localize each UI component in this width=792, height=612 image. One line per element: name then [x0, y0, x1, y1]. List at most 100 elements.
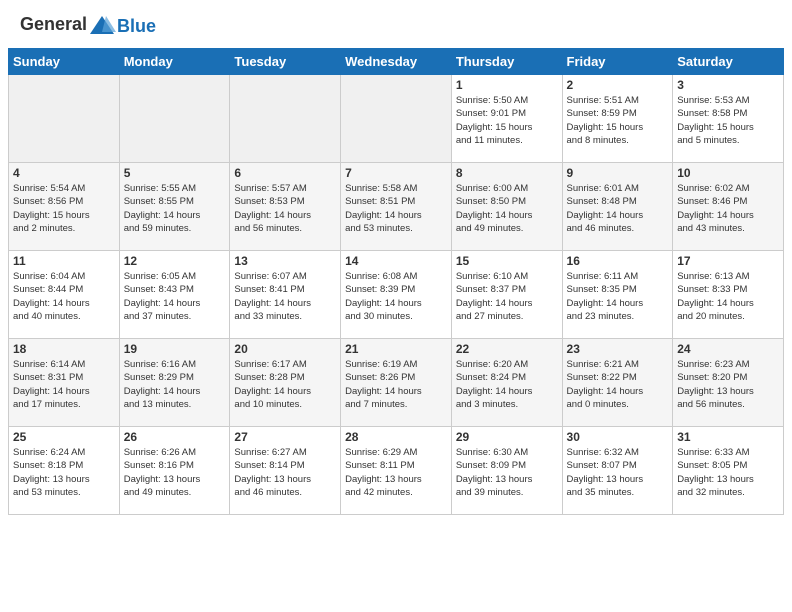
calendar-cell: 30 Sunrise: 6:32 AM Sunset: 8:07 PM Dayli…: [562, 427, 673, 515]
day-info: Sunrise: 6:26 AM Sunset: 8:16 PM Dayligh…: [124, 446, 226, 499]
day-info: Sunrise: 6:32 AM Sunset: 8:07 PM Dayligh…: [567, 446, 669, 499]
header-wednesday: Wednesday: [341, 49, 452, 75]
logo: General Blue: [20, 12, 156, 40]
calendar-cell: 20 Sunrise: 6:17 AM Sunset: 8:28 PM Dayli…: [230, 339, 341, 427]
day-info: Sunrise: 5:57 AM Sunset: 8:53 PM Dayligh…: [234, 182, 336, 235]
calendar-cell: 22 Sunrise: 6:20 AM Sunset: 8:24 PM Dayli…: [451, 339, 562, 427]
calendar-cell: [119, 75, 230, 163]
day-info: Sunrise: 6:17 AM Sunset: 8:28 PM Dayligh…: [234, 358, 336, 411]
header-monday: Monday: [119, 49, 230, 75]
header-friday: Friday: [562, 49, 673, 75]
calendar-cell: 13 Sunrise: 6:07 AM Sunset: 8:41 PM Dayli…: [230, 251, 341, 339]
header-saturday: Saturday: [673, 49, 784, 75]
day-number: 17: [677, 254, 779, 268]
calendar-cell: [341, 75, 452, 163]
day-number: 12: [124, 254, 226, 268]
day-number: 19: [124, 342, 226, 356]
logo-icon: [88, 12, 116, 40]
day-number: 29: [456, 430, 558, 444]
calendar-wrapper: Sunday Monday Tuesday Wednesday Thursday…: [0, 48, 792, 523]
day-info: Sunrise: 6:16 AM Sunset: 8:29 PM Dayligh…: [124, 358, 226, 411]
calendar-cell: 12 Sunrise: 6:05 AM Sunset: 8:43 PM Dayli…: [119, 251, 230, 339]
day-info: Sunrise: 6:33 AM Sunset: 8:05 PM Dayligh…: [677, 446, 779, 499]
calendar-cell: 25 Sunrise: 6:24 AM Sunset: 8:18 PM Dayli…: [9, 427, 120, 515]
calendar-cell: 4 Sunrise: 5:54 AM Sunset: 8:56 PM Daylig…: [9, 163, 120, 251]
day-info: Sunrise: 6:27 AM Sunset: 8:14 PM Dayligh…: [234, 446, 336, 499]
day-info: Sunrise: 6:21 AM Sunset: 8:22 PM Dayligh…: [567, 358, 669, 411]
calendar-cell: 31 Sunrise: 6:33 AM Sunset: 8:05 PM Dayli…: [673, 427, 784, 515]
day-info: Sunrise: 6:01 AM Sunset: 8:48 PM Dayligh…: [567, 182, 669, 235]
day-info: Sunrise: 6:08 AM Sunset: 8:39 PM Dayligh…: [345, 270, 447, 323]
day-info: Sunrise: 5:55 AM Sunset: 8:55 PM Dayligh…: [124, 182, 226, 235]
calendar-cell: 6Sunrise: 5:57 AM Sunset: 8:53 PM Daylig…: [230, 163, 341, 251]
day-info: Sunrise: 6:10 AM Sunset: 8:37 PM Dayligh…: [456, 270, 558, 323]
day-number: 13: [234, 254, 336, 268]
calendar-cell: 21 Sunrise: 6:19 AM Sunset: 8:26 PM Dayli…: [341, 339, 452, 427]
day-info: Sunrise: 6:20 AM Sunset: 8:24 PM Dayligh…: [456, 358, 558, 411]
day-info: Sunrise: 6:19 AM Sunset: 8:26 PM Dayligh…: [345, 358, 447, 411]
day-info: Sunrise: 5:53 AM Sunset: 8:58 PM Dayligh…: [677, 94, 779, 147]
header-thursday: Thursday: [451, 49, 562, 75]
day-number: 26: [124, 430, 226, 444]
logo-blue: Blue: [117, 16, 156, 36]
day-number: 25: [13, 430, 115, 444]
day-number: 22: [456, 342, 558, 356]
day-info: Sunrise: 6:11 AM Sunset: 8:35 PM Dayligh…: [567, 270, 669, 323]
day-number: 14: [345, 254, 447, 268]
calendar-cell: 29 Sunrise: 6:30 AM Sunset: 8:09 PM Dayli…: [451, 427, 562, 515]
day-number: 11: [13, 254, 115, 268]
day-number: 5: [124, 166, 226, 180]
calendar-cell: 14 Sunrise: 6:08 AM Sunset: 8:39 PM Dayli…: [341, 251, 452, 339]
day-number: 27: [234, 430, 336, 444]
calendar-table: Sunday Monday Tuesday Wednesday Thursday…: [8, 48, 784, 515]
calendar-cell: 19 Sunrise: 6:16 AM Sunset: 8:29 PM Dayli…: [119, 339, 230, 427]
calendar-cell: 26 Sunrise: 6:26 AM Sunset: 8:16 PM Dayli…: [119, 427, 230, 515]
calendar-cell: [230, 75, 341, 163]
day-number: 23: [567, 342, 669, 356]
day-info: Sunrise: 5:51 AM Sunset: 8:59 PM Dayligh…: [567, 94, 669, 147]
calendar-cell: [9, 75, 120, 163]
calendar-cell: 28 Sunrise: 6:29 AM Sunset: 8:11 PM Dayli…: [341, 427, 452, 515]
day-info: Sunrise: 5:50 AM Sunset: 9:01 PM Dayligh…: [456, 94, 558, 147]
calendar-cell: 3 Sunrise: 5:53 AM Sunset: 8:58 PM Daylig…: [673, 75, 784, 163]
calendar-cell: 15Sunrise: 6:10 AM Sunset: 8:37 PM Dayli…: [451, 251, 562, 339]
day-number: 10: [677, 166, 779, 180]
day-number: 30: [567, 430, 669, 444]
calendar-cell: 9 Sunrise: 6:01 AM Sunset: 8:48 PM Daylig…: [562, 163, 673, 251]
day-number: 24: [677, 342, 779, 356]
day-info: Sunrise: 5:58 AM Sunset: 8:51 PM Dayligh…: [345, 182, 447, 235]
day-number: 9: [567, 166, 669, 180]
calendar-cell: 18 Sunrise: 6:14 AM Sunset: 8:31 PM Dayli…: [9, 339, 120, 427]
day-number: 20: [234, 342, 336, 356]
day-number: 31: [677, 430, 779, 444]
day-info: Sunrise: 6:14 AM Sunset: 8:31 PM Dayligh…: [13, 358, 115, 411]
day-number: 28: [345, 430, 447, 444]
header: General Blue: [0, 0, 792, 48]
day-number: 16: [567, 254, 669, 268]
calendar-cell: 11 Sunrise: 6:04 AM Sunset: 8:44 PM Dayli…: [9, 251, 120, 339]
day-number: 4: [13, 166, 115, 180]
calendar-cell: 1Sunrise: 5:50 AM Sunset: 9:01 PM Daylig…: [451, 75, 562, 163]
day-info: Sunrise: 6:07 AM Sunset: 8:41 PM Dayligh…: [234, 270, 336, 323]
calendar-cell: 10Sunrise: 6:02 AM Sunset: 8:46 PM Dayli…: [673, 163, 784, 251]
header-sunday: Sunday: [9, 49, 120, 75]
day-number: 7: [345, 166, 447, 180]
day-number: 18: [13, 342, 115, 356]
day-info: Sunrise: 6:04 AM Sunset: 8:44 PM Dayligh…: [13, 270, 115, 323]
day-info: Sunrise: 6:05 AM Sunset: 8:43 PM Dayligh…: [124, 270, 226, 323]
calendar-cell: 24Sunrise: 6:23 AM Sunset: 8:20 PM Dayli…: [673, 339, 784, 427]
day-number: 21: [345, 342, 447, 356]
day-info: Sunrise: 6:13 AM Sunset: 8:33 PM Dayligh…: [677, 270, 779, 323]
day-info: Sunrise: 5:54 AM Sunset: 8:56 PM Dayligh…: [13, 182, 115, 235]
day-number: 2: [567, 78, 669, 92]
calendar-cell: 7 Sunrise: 5:58 AM Sunset: 8:51 PM Daylig…: [341, 163, 452, 251]
calendar-cell: 23 Sunrise: 6:21 AM Sunset: 8:22 PM Dayli…: [562, 339, 673, 427]
calendar-cell: 17 Sunrise: 6:13 AM Sunset: 8:33 PM Dayli…: [673, 251, 784, 339]
day-info: Sunrise: 6:30 AM Sunset: 8:09 PM Dayligh…: [456, 446, 558, 499]
day-info: Sunrise: 6:24 AM Sunset: 8:18 PM Dayligh…: [13, 446, 115, 499]
day-info: Sunrise: 6:29 AM Sunset: 8:11 PM Dayligh…: [345, 446, 447, 499]
calendar-cell: 8 Sunrise: 6:00 AM Sunset: 8:50 PM Daylig…: [451, 163, 562, 251]
day-number: 8: [456, 166, 558, 180]
day-number: 3: [677, 78, 779, 92]
day-info: Sunrise: 6:00 AM Sunset: 8:50 PM Dayligh…: [456, 182, 558, 235]
